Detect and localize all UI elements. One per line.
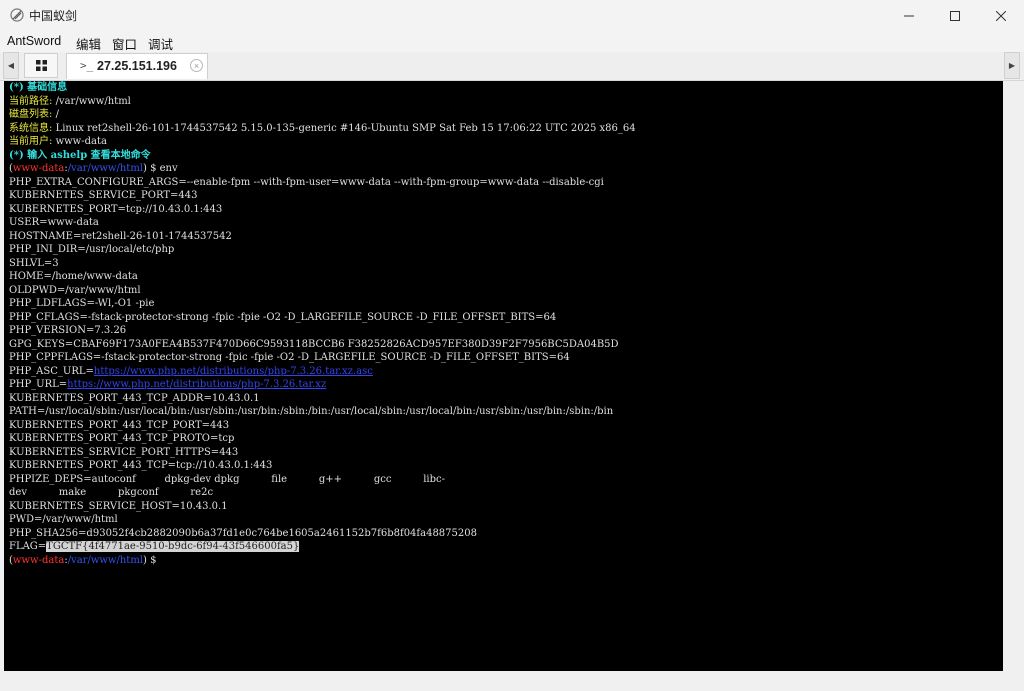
env-line: USER=www-data xyxy=(9,217,99,228)
env-key: PHP_URL= xyxy=(9,379,68,390)
env-line: OLDPWD=/var/www/html xyxy=(9,284,141,296)
env-line: PHPIZE_DEPS=autoconf dpkg-dev dpkg file … xyxy=(9,473,445,485)
terminal-sysinfo-line: 系统信息: Linux ret2shell-26-101-1744537542 … xyxy=(9,122,636,136)
disks-label: 磁盘列表: xyxy=(9,109,53,120)
env-line: KUBERNETES_SERVICE_HOST=10.43.0.1 xyxy=(9,500,228,512)
terminal-icon: >_ xyxy=(80,59,94,72)
env-line: KUBERNETES_PORT_443_TCP_PORT=443 xyxy=(9,419,230,431)
php-url-link[interactable]: https://www.php.net/distributions/php-7.… xyxy=(67,379,326,390)
path-label: 当前路径: xyxy=(9,95,53,107)
sysinfo-label: 系统信息: xyxy=(9,122,53,134)
title-bar: 中国蚁剑 xyxy=(0,0,1024,31)
terminal-path-line: 当前路径: /var/www/html xyxy=(9,95,131,109)
env-line: KUBERNETES_PORT=tcp://10.43.0.1:443 xyxy=(9,203,223,215)
php-asc-url-link[interactable]: https://www.php.net/distributions/php-7.… xyxy=(94,366,373,377)
menu-debug[interactable]: 调试 xyxy=(148,34,173,53)
env-line: PHP_INI_DIR=/usr/local/etc/php xyxy=(9,244,175,255)
env-flag-line: FLAG=TGCTF{4f4771ae-9510-b9dc-6f94-43f54… xyxy=(9,540,300,554)
menu-window[interactable]: 窗口 xyxy=(112,34,137,53)
window-title: 中国蚁剑 xyxy=(29,9,78,23)
close-icon xyxy=(996,10,1006,21)
env-line: PHP_VERSION=7.3.26 xyxy=(9,325,127,336)
disks-value: / xyxy=(55,109,59,120)
tab-scroll-right-button[interactable]: ▶ xyxy=(1004,52,1020,79)
menu-antsword[interactable]: AntSword xyxy=(7,34,61,48)
env-key: FLAG= xyxy=(9,541,47,552)
env-line: PHP_SHA256=d93052f4cb2882090b6a37fd1e0c7… xyxy=(9,527,477,539)
sysinfo-value: Linux ret2shell-26-101-1744537542 5.15.0… xyxy=(55,122,636,134)
terminal-help-hint: (*) 输入 ashelp 查看本地命令 xyxy=(9,149,151,161)
prompt-cwd: /var/www/html xyxy=(67,163,144,174)
maximize-icon xyxy=(950,10,960,21)
terminal-base-info-title: (*) 基础信息 xyxy=(9,82,68,93)
menu-edit[interactable]: 编辑 xyxy=(76,34,101,53)
env-line: SHLVL=3 xyxy=(9,257,59,269)
terminal[interactable]: (*) 基础信息 当前路径: /var/www/html 磁盘列表: / 系统信… xyxy=(4,81,1003,671)
prompt-cwd: /var/www/html xyxy=(67,554,144,566)
menu-bar: AntSword 编辑 窗口 调试 xyxy=(0,31,1024,52)
env-line: PHP_EXTRA_CONFIGURE_ARGS=--enable-fpm --… xyxy=(9,176,604,188)
env-line: KUBERNETES_SERVICE_PORT_HTTPS=443 xyxy=(9,446,239,458)
chevron-left-icon: ◀ xyxy=(7,61,15,70)
env-line: KUBERNETES_PORT_443_TCP=tcp://10.43.0.1:… xyxy=(9,460,273,471)
env-line: PHP_URL=https://www.php.net/distribution… xyxy=(9,378,326,392)
env-line: KUBERNETES_PORT_443_TCP_ADDR=10.43.0.1 xyxy=(9,392,260,404)
tab-connection[interactable]: >_ 27.25.151.196 × xyxy=(66,53,208,79)
terminal-user-line: 当前用户: www-data xyxy=(9,135,107,149)
flag-value-selected[interactable]: TGCTF{4f4771ae-9510-b9dc-6f94-43f546600f… xyxy=(46,541,300,552)
env-line: PHP_CPPFLAGS=-fstack-protector-strong -f… xyxy=(9,352,570,363)
chevron-right-icon: ▶ xyxy=(1008,61,1016,70)
close-button[interactable] xyxy=(978,0,1024,31)
tab-close-icon[interactable]: × xyxy=(190,59,203,72)
env-line: KUBERNETES_PORT_443_TCP_PROTO=tcp xyxy=(9,433,235,444)
terminal-disks-line: 磁盘列表: / xyxy=(9,108,59,122)
user-label: 当前用户: xyxy=(9,136,53,147)
path-value: /var/www/html xyxy=(55,95,131,107)
env-line: PHP_CFLAGS=-fstack-protector-strong -fpi… xyxy=(9,311,557,323)
env-line: HOSTNAME=ret2shell-26-101-1744537542 xyxy=(9,230,232,242)
env-key: PHP_ASC_URL= xyxy=(9,365,94,377)
env-line: PHP_LDFLAGS=-Wl,-O1 -pie xyxy=(9,298,155,309)
tab-scroll-left-button[interactable]: ◀ xyxy=(3,52,19,79)
terminal-prompt-line: (www-data:/var/www/html) $ xyxy=(9,554,160,566)
minimize-icon xyxy=(904,15,914,16)
prompt-command: env xyxy=(159,163,178,174)
user-value: www-data xyxy=(55,136,107,147)
env-line: PWD=/var/www/html xyxy=(9,514,118,525)
prompt-user: www-data xyxy=(12,163,65,174)
terminal-prompt-line: (www-data:/var/www/html) $ env xyxy=(9,163,178,174)
tab-bar: ◀ >_ 27.25.151.196 × ▶ xyxy=(0,52,1024,81)
grid-icon xyxy=(35,60,47,71)
tab-connection-label: 27.25.151.196 xyxy=(97,59,177,73)
tab-home[interactable] xyxy=(24,53,58,78)
env-line: PATH=/usr/local/sbin:/usr/local/bin:/usr… xyxy=(9,406,614,417)
prompt-user: www-data xyxy=(12,554,65,566)
maximize-button[interactable] xyxy=(932,0,978,31)
env-line: HOME=/home/www-data xyxy=(9,271,138,282)
env-line: KUBERNETES_SERVICE_PORT=443 xyxy=(9,190,198,201)
env-line: dev make pkgconf re2c xyxy=(9,487,214,498)
minimize-button[interactable] xyxy=(886,0,932,31)
antsword-icon xyxy=(10,8,24,22)
env-line: PHP_ASC_URL=https://www.php.net/distribu… xyxy=(9,365,373,379)
window-bottom-edge xyxy=(0,671,1024,691)
terminal-scrollbar[interactable] xyxy=(1003,81,1020,671)
env-line: GPG_KEYS=CBAF69F173A0FEA4B537F470D66C959… xyxy=(9,338,619,350)
